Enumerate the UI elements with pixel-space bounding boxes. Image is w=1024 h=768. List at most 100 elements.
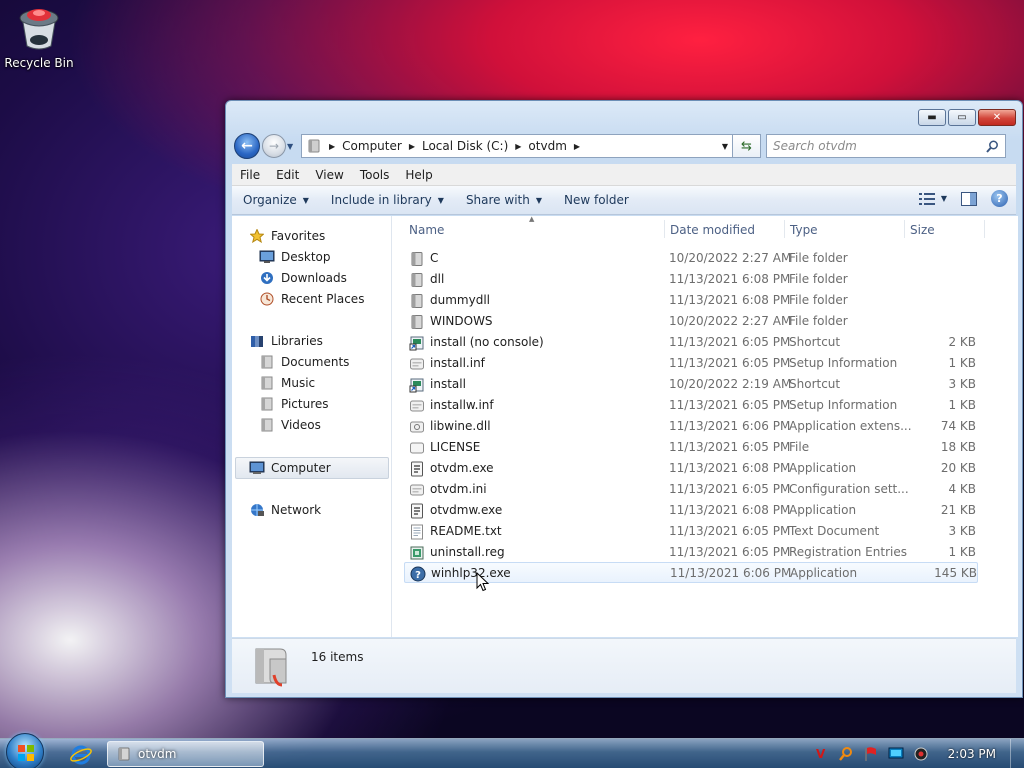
file-row[interactable]: otvdm.exe 11/13/2021 6:08 PM Application 20…: [404, 458, 978, 479]
ini-file-icon: [409, 482, 425, 498]
forward-button[interactable]: →: [262, 134, 286, 158]
pictures-library-icon: [259, 396, 275, 412]
breadcrumb-separator-icon[interactable]: ▶: [512, 142, 524, 151]
column-date-modified[interactable]: Date modified: [670, 223, 755, 237]
file-row[interactable]: uninstall.reg 11/13/2021 6:05 PM Registrat…: [404, 542, 978, 563]
menu-file[interactable]: File: [232, 168, 268, 182]
column-headers: ▲ Name Date modified Type Size: [392, 215, 1018, 242]
menu-tools[interactable]: Tools: [352, 168, 398, 182]
menu-help[interactable]: Help: [397, 168, 440, 182]
share-with-button[interactable]: Share with ▼: [455, 193, 553, 207]
column-divider[interactable]: [664, 220, 665, 238]
search-icon[interactable]: [986, 140, 999, 153]
column-divider[interactable]: [904, 220, 905, 238]
menu-edit[interactable]: Edit: [268, 168, 307, 182]
breadcrumb-separator-icon[interactable]: ▶: [571, 142, 583, 151]
show-desktop-button[interactable]: [1010, 739, 1024, 768]
include-in-library-button[interactable]: Include in library ▼: [320, 193, 455, 207]
tree-item-libraries[interactable]: Libraries: [249, 333, 323, 349]
new-folder-button[interactable]: New folder: [553, 193, 640, 207]
search-input[interactable]: Search otvdm: [773, 139, 857, 153]
file-date-modified: 11/13/2021 6:05 PM: [669, 356, 791, 370]
column-type[interactable]: Type: [790, 223, 818, 237]
file-row[interactable]: ? winhlp32.exe 11/13/2021 6:06 PM Applicati…: [404, 562, 978, 583]
tree-item-computer[interactable]: Computer: [249, 460, 331, 476]
file-row[interactable]: libwine.dll 11/13/2021 6:06 PM Application…: [404, 416, 978, 437]
breadcrumb-separator-icon[interactable]: ▶: [406, 142, 418, 151]
tree-item-videos[interactable]: Videos: [259, 417, 321, 433]
file-row[interactable]: installw.inf 11/13/2021 6:05 PM Setup Info…: [404, 395, 978, 416]
file-row[interactable]: otvdmw.exe 11/13/2021 6:08 PM Application 2…: [404, 500, 978, 521]
share-with-label: Share with: [465, 193, 530, 207]
file-row[interactable]: README.txt 11/13/2021 6:05 PM Text Documen…: [404, 521, 978, 542]
file-date-modified: 11/13/2021 6:05 PM: [669, 482, 791, 496]
breadcrumb-separator-icon[interactable]: ▶: [326, 142, 338, 151]
help-icon[interactable]: ?: [991, 190, 1008, 207]
breadcrumb-computer[interactable]: Computer: [338, 139, 406, 153]
address-dropdown-icon[interactable]: ▼: [722, 142, 728, 151]
file-name: C: [430, 251, 439, 265]
network-tray-icon[interactable]: [888, 746, 904, 762]
tree-item-desktop[interactable]: Desktop: [259, 249, 331, 265]
refresh-button[interactable]: ⇆: [733, 134, 761, 158]
taskbar-button-otvdm[interactable]: otvdm: [107, 741, 264, 767]
file-row[interactable]: install.inf 11/13/2021 6:05 PM Setup Infor…: [404, 353, 978, 374]
back-button[interactable]: ←: [234, 133, 260, 159]
recent-pages-button[interactable]: ▼: [287, 142, 297, 151]
file-row[interactable]: install 10/20/2022 2:19 AM Shortcut 3 KB: [404, 374, 978, 395]
start-button[interactable]: [6, 733, 44, 768]
file-row[interactable]: LICENSE 11/13/2021 6:05 PM File 18 KB: [404, 437, 978, 458]
tree-item-downloads[interactable]: Downloads: [259, 270, 347, 286]
close-icon: ✕: [992, 112, 1002, 123]
tree-item-documents[interactable]: Documents: [259, 354, 349, 370]
antivirus-tray-icon[interactable]: V: [813, 746, 829, 762]
organize-button[interactable]: Organize ▼: [232, 193, 320, 207]
folder-icon: [409, 314, 425, 330]
file-name: install: [430, 377, 466, 391]
file-row[interactable]: WINDOWS 10/20/2022 2:27 AM File folder: [404, 311, 978, 332]
file-date-modified: 10/20/2022 2:19 AM: [669, 377, 792, 391]
file-row[interactable]: dummydll 11/13/2021 6:08 PM File folder: [404, 290, 978, 311]
downloads-icon: [259, 270, 275, 286]
column-divider[interactable]: [984, 220, 985, 238]
action-center-flag-icon[interactable]: [863, 746, 879, 762]
search-box[interactable]: Search otvdm: [766, 134, 1006, 158]
breadcrumb-otvdm[interactable]: otvdm: [524, 139, 570, 153]
tree-item-network[interactable]: Network: [249, 502, 321, 518]
file-size: 18 KB: [940, 440, 976, 454]
change-view-button[interactable]: ▼: [918, 192, 947, 205]
address-bar[interactable]: ▶ Computer ▶ Local Disk (C:) ▶ otvdm ▶ ▼: [301, 134, 733, 158]
column-size[interactable]: Size: [910, 223, 935, 237]
tree-item-favorites[interactable]: Favorites: [249, 228, 325, 244]
column-divider[interactable]: [784, 220, 785, 238]
internet-explorer-button[interactable]: [70, 744, 92, 766]
chevron-down-icon: ▼: [535, 195, 542, 205]
tree-item-music[interactable]: Music: [259, 375, 315, 391]
libraries-icon: [249, 333, 265, 349]
clock[interactable]: 2:03 PM: [948, 747, 996, 761]
tree-label: Videos: [281, 418, 321, 432]
close-button[interactable]: ✕: [978, 109, 1016, 126]
organize-label: Organize: [243, 193, 297, 207]
file-row[interactable]: C 10/20/2022 2:27 AM File folder: [404, 248, 978, 269]
file-row[interactable]: dll 11/13/2021 6:08 PM File folder: [404, 269, 978, 290]
file-size: 4 KB: [948, 482, 976, 496]
tree-label: Documents: [281, 355, 350, 369]
file-name: otvdm.exe: [430, 461, 494, 475]
menu-view[interactable]: View: [307, 168, 351, 182]
minimize-button[interactable]: ▬: [918, 109, 946, 126]
preview-pane-icon[interactable]: [961, 191, 977, 206]
tree-label: Libraries: [271, 334, 323, 348]
maximize-button[interactable]: ▭: [948, 109, 976, 126]
tree-item-recent-places[interactable]: Recent Places: [259, 291, 364, 307]
tree-item-pictures[interactable]: Pictures: [259, 396, 329, 412]
file-row[interactable]: install (no console) 11/13/2021 6:05 PM Sh…: [404, 332, 978, 353]
search-tray-icon[interactable]: [838, 746, 854, 762]
file-row[interactable]: otvdm.ini 11/13/2021 6:05 PM Configuration…: [404, 479, 978, 500]
volume-tray-icon[interactable]: [913, 746, 929, 762]
file-name: otvdmw.exe: [430, 503, 503, 517]
column-name[interactable]: Name: [409, 223, 444, 237]
recycle-bin[interactable]: Recycle Bin: [4, 4, 74, 70]
file-size: 20 KB: [940, 461, 976, 475]
breadcrumb-local-disk[interactable]: Local Disk (C:): [418, 139, 512, 153]
